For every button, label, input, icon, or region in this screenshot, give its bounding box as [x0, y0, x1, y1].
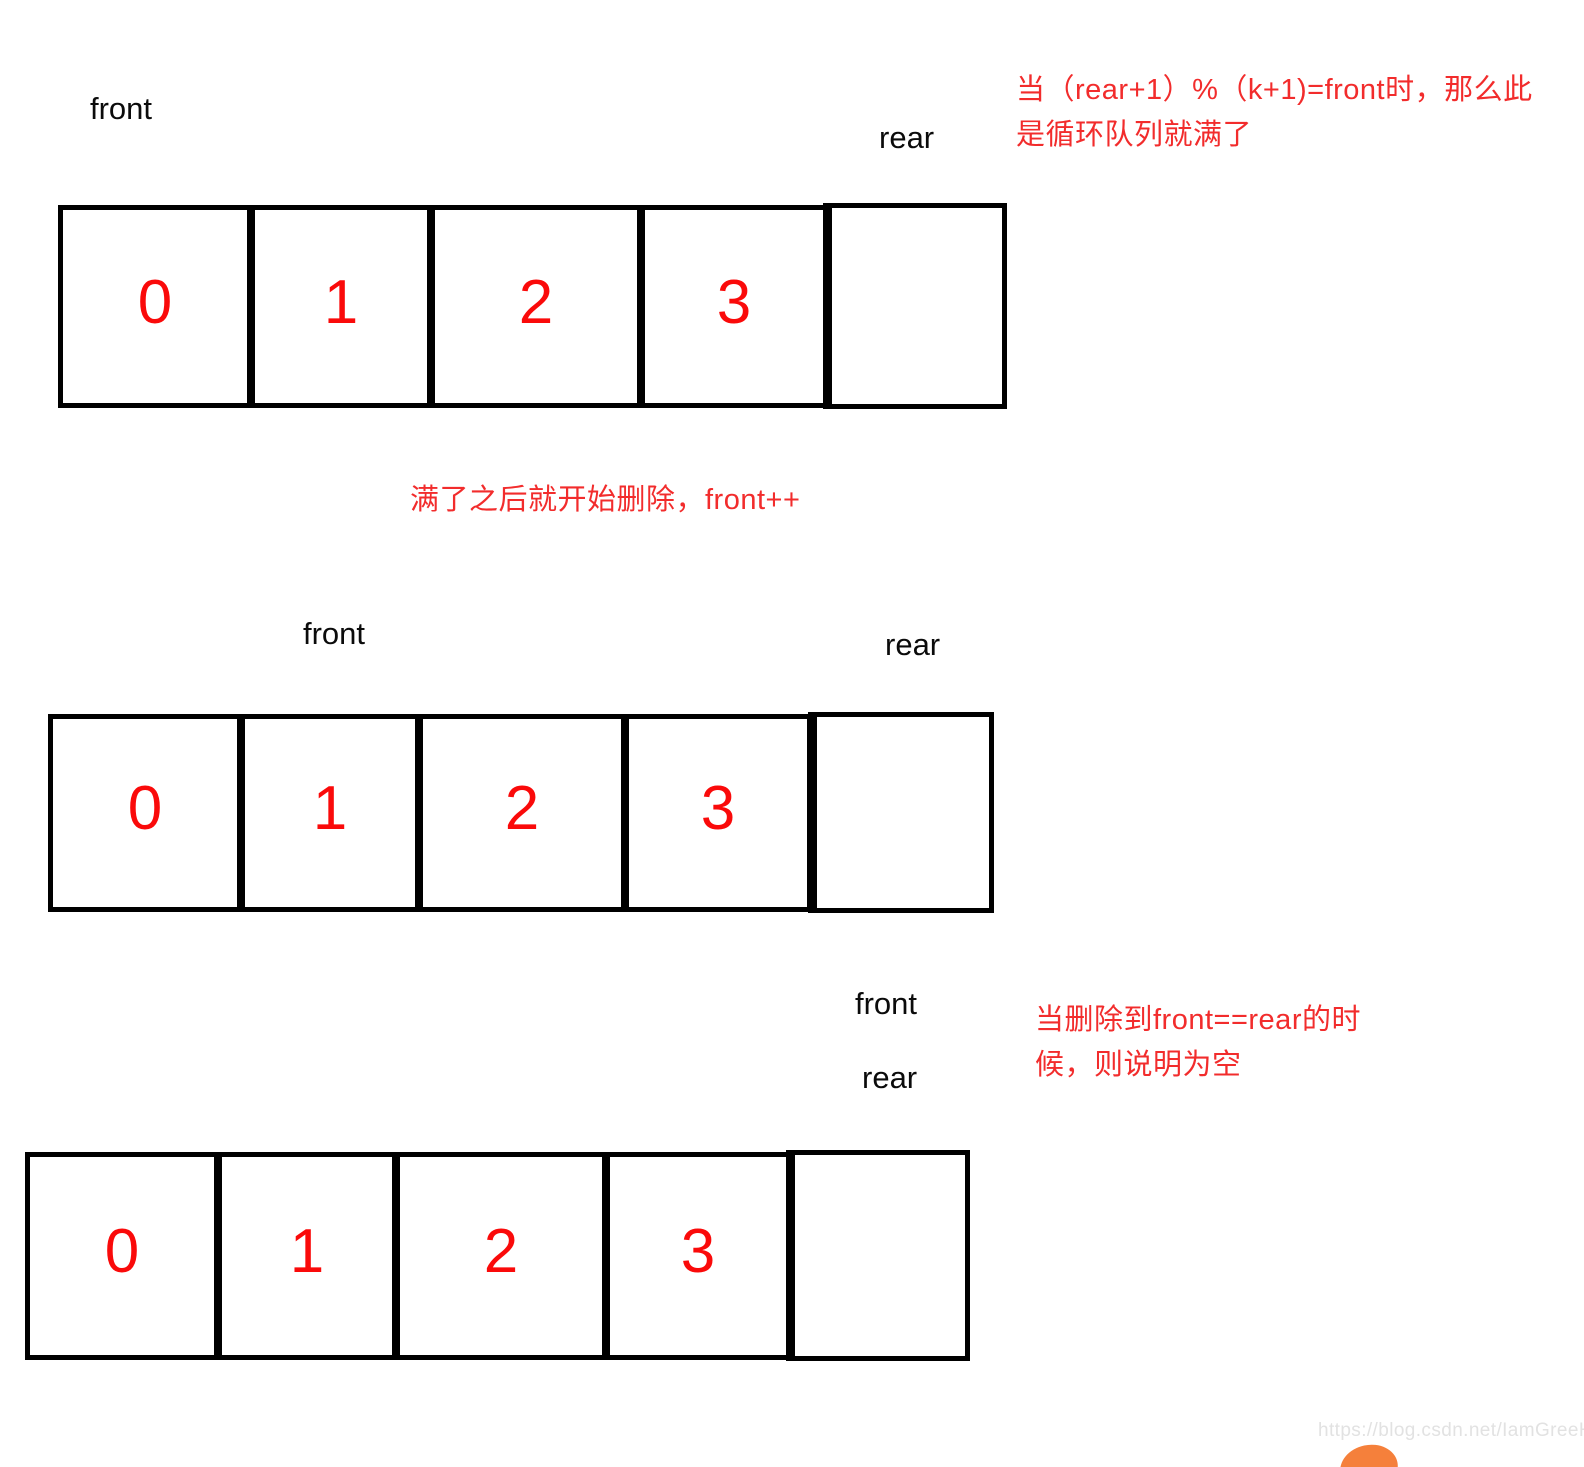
- queue-cell-value: 1: [323, 267, 359, 337]
- row1-rear-label: rear: [879, 120, 935, 155]
- queue-cell: 0: [58, 205, 252, 408]
- row2-front-label: front: [303, 616, 366, 651]
- queue-cell-value: 1: [312, 774, 348, 843]
- queue-cell: 1: [250, 205, 432, 408]
- queue-cell: 3: [605, 1152, 791, 1360]
- csdn-logo-icon: [1340, 1441, 1398, 1467]
- row3-front-label: front: [855, 986, 918, 1021]
- queue-cell: 3: [624, 714, 812, 912]
- annotation-delete-step: 满了之后就开始删除，front++: [410, 484, 801, 516]
- queue-cell-empty: [823, 203, 1007, 409]
- queue-cell: 0: [25, 1152, 219, 1360]
- queue-cell: 2: [430, 205, 642, 408]
- watermark-url: https://blog.csdn.net/IamGreeHand: [1318, 1420, 1584, 1441]
- queue-cell: 1: [217, 1152, 397, 1360]
- row1-front-label: front: [90, 91, 153, 126]
- queue-cell-value: 3: [716, 267, 752, 337]
- queue-cell: 2: [418, 714, 626, 912]
- queue-cell-value: 0: [104, 1217, 140, 1286]
- queue-cell-value: 3: [680, 1217, 716, 1286]
- queue-cell-empty: [786, 1150, 970, 1361]
- queue-cell-value: 0: [137, 267, 173, 337]
- queue-cell-value: 0: [127, 774, 163, 843]
- queue-cell: 0: [48, 714, 242, 912]
- diagram-canvas: front rear 0 1 2 3 当（rear+1）%（k+1)=front…: [0, 0, 1584, 1455]
- queue-cell: 3: [640, 205, 828, 408]
- row2-rear-label: rear: [885, 627, 941, 662]
- annotation-full-condition: 当（rear+1）%（k+1)=front时，那么此 是循环队列就满了: [1016, 74, 1533, 151]
- queue-cell-empty: [808, 712, 994, 913]
- queue-cell: 1: [240, 714, 420, 912]
- queue-cell-value: 2: [518, 267, 554, 337]
- queue-cell-value: 1: [289, 1217, 325, 1286]
- annotation-empty-condition: 当删除到front==rear的时 候，则说明为空: [1035, 1004, 1361, 1081]
- queue-cell-value: 2: [483, 1217, 519, 1286]
- row3-rear-label: rear: [862, 1060, 918, 1095]
- queue-cell-value: 3: [700, 774, 736, 843]
- queue-cell-value: 2: [504, 774, 540, 843]
- queue-cell: 2: [395, 1152, 607, 1360]
